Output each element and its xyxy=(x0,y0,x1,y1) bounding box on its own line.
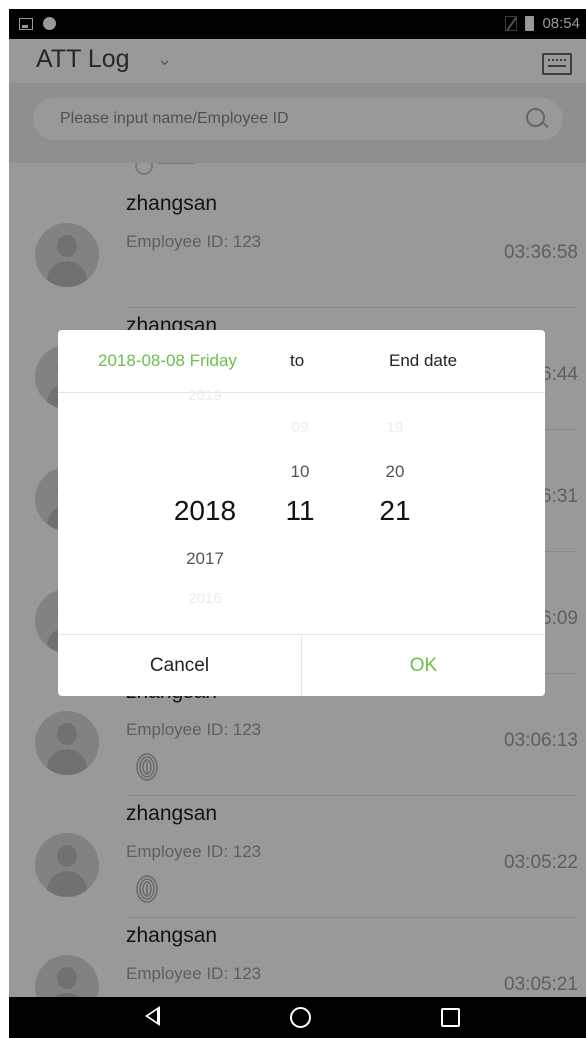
year-wheel[interactable]: 2019 2018 2017 2016 xyxy=(155,387,255,634)
date-range-dialog: 2018-08-08 Friday to End date 2019 2018 … xyxy=(58,330,545,696)
year-option[interactable]: 2019 xyxy=(155,387,255,404)
ok-button[interactable]: OK xyxy=(302,635,545,696)
month-option[interactable]: 09 xyxy=(270,419,330,436)
day-option[interactable]: 19 xyxy=(365,419,425,436)
recent-apps-icon[interactable] xyxy=(441,1008,460,1027)
navigation-bar xyxy=(9,997,586,1038)
month-wheel[interactable]: 09 10 11 xyxy=(270,392,330,634)
day-option[interactable]: 20 xyxy=(365,462,425,482)
cancel-button[interactable]: Cancel xyxy=(58,635,302,696)
month-option[interactable]: 10 xyxy=(270,462,330,482)
year-option[interactable]: 2016 xyxy=(155,590,255,607)
dialog-actions: Cancel OK xyxy=(58,634,545,696)
date-range-header: 2018-08-08 Friday to End date xyxy=(58,330,545,393)
start-date-field[interactable]: 2018-08-08 Friday xyxy=(98,351,237,371)
end-date-field[interactable]: End date xyxy=(389,351,457,371)
home-icon[interactable] xyxy=(290,1007,311,1028)
year-selected[interactable]: 2018 xyxy=(155,495,255,527)
day-selected[interactable]: 21 xyxy=(365,495,425,527)
day-wheel[interactable]: 19 20 21 xyxy=(365,392,425,634)
back-icon[interactable] xyxy=(145,1006,160,1026)
to-label: to xyxy=(290,351,305,370)
screen: 08:54 ATT Log ⌄ zhangsan Employee ID: 12… xyxy=(9,9,586,1038)
year-option[interactable]: 2017 xyxy=(155,549,255,569)
month-selected[interactable]: 11 xyxy=(270,495,330,527)
